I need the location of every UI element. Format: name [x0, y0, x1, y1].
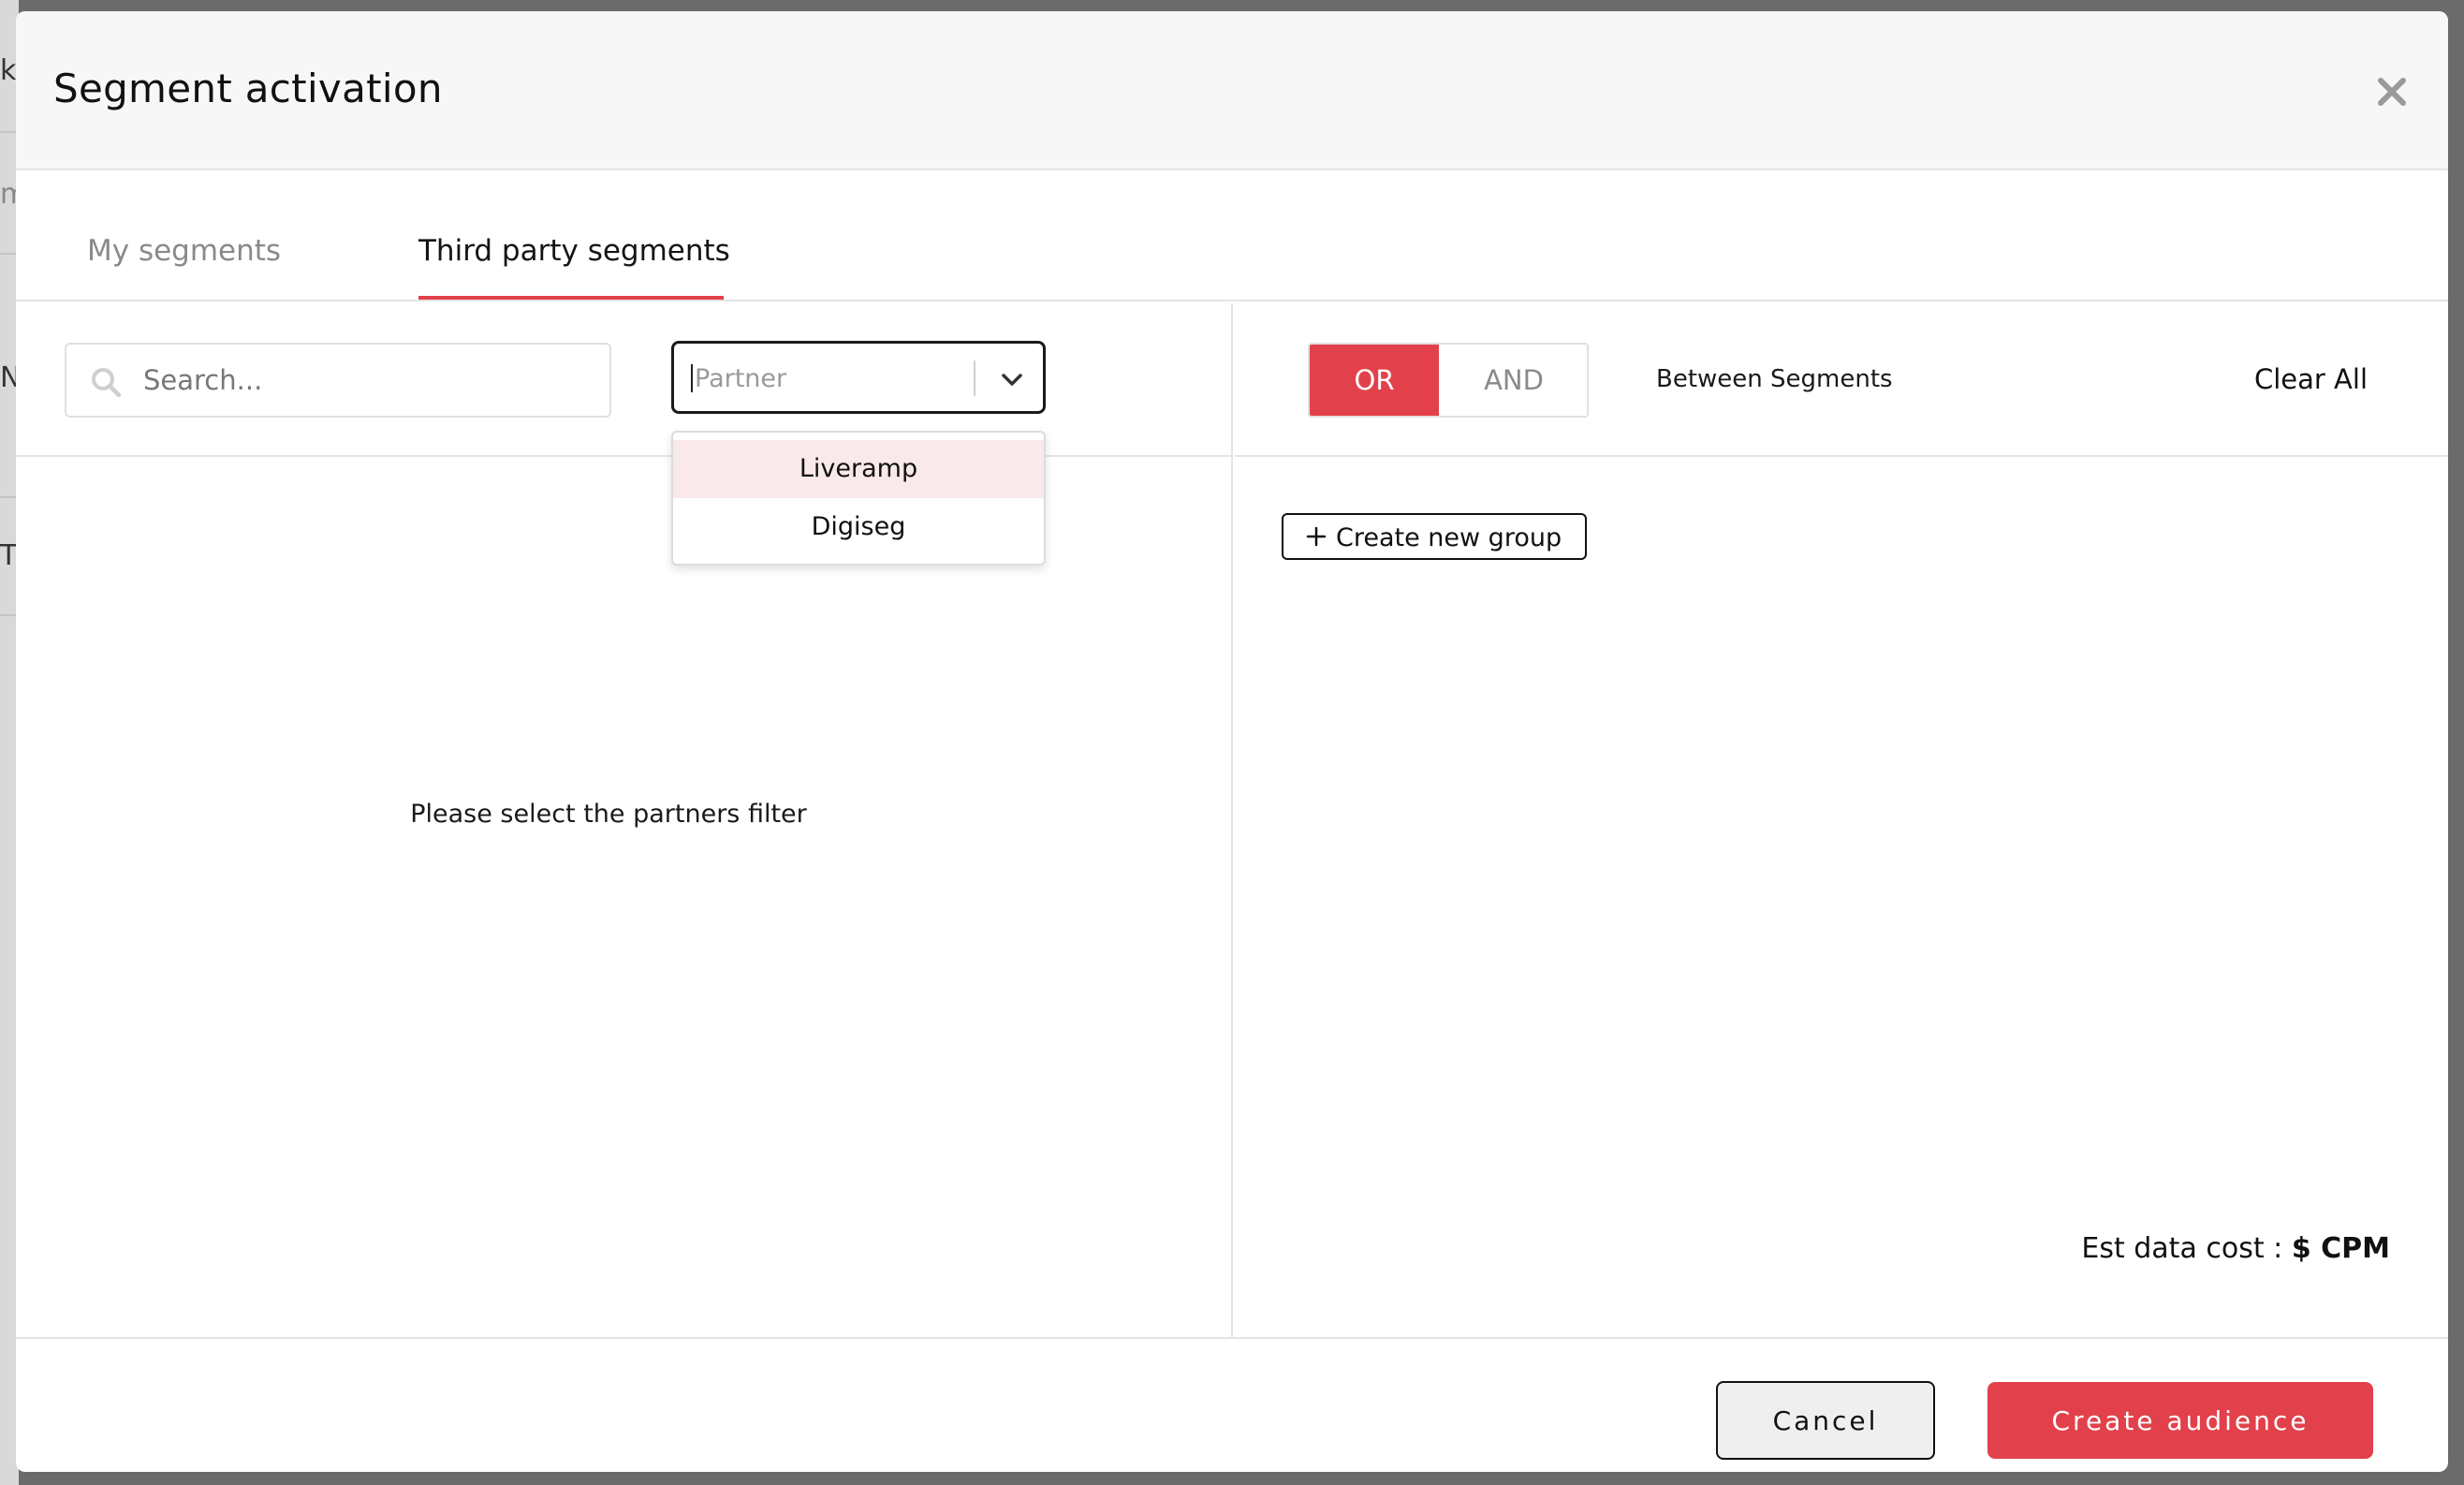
modal-title: Segment activation [53, 66, 443, 111]
audience-builder-pane: OR AND Between Segments Clear All Create… [1235, 303, 2448, 1337]
between-segments-label: Between Segments [1656, 365, 1893, 393]
create-new-group-button[interactable]: Create new group [1282, 513, 1587, 560]
background-text: T [0, 539, 18, 572]
plus-icon [1306, 526, 1327, 547]
partner-dropdown-menu: Liveramp Digiseg [671, 431, 1046, 566]
partner-option-liveramp[interactable]: Liveramp [673, 440, 1044, 498]
modal-header: Segment activation [16, 11, 2448, 170]
search-box[interactable] [65, 343, 611, 418]
empty-state-text: Please select the partners filter [410, 800, 807, 829]
est-data-cost: Est data cost : $ CPM [2081, 1232, 2390, 1265]
background-divider [0, 614, 17, 616]
create-new-group-label: Create new group [1336, 523, 1562, 552]
chevron-down-icon[interactable] [1000, 368, 1024, 392]
background-divider [0, 496, 17, 498]
and-toggle-button[interactable]: AND [1439, 345, 1587, 416]
close-icon [2378, 78, 2406, 106]
background-divider [0, 253, 17, 255]
background-text: k [0, 54, 17, 87]
est-data-cost-label: Est data cost : [2081, 1232, 2283, 1265]
segment-browser-pane: Partner Please select the partners filte… [16, 303, 1233, 1337]
search-icon [92, 368, 122, 398]
segment-tabs: My segments Third party segments [16, 172, 2448, 301]
text-cursor [691, 364, 693, 392]
partner-select[interactable]: Partner [671, 341, 1046, 414]
est-data-cost-value: $ CPM [2291, 1232, 2390, 1265]
create-audience-button[interactable]: Create audience [1987, 1382, 2373, 1459]
partner-option-digiseg[interactable]: Digiseg [673, 498, 1044, 556]
background-divider [0, 131, 17, 133]
tab-my-segments[interactable]: My segments [87, 234, 281, 268]
clear-all-button[interactable]: Clear All [2254, 363, 2368, 395]
or-toggle-button[interactable]: OR [1310, 345, 1439, 416]
select-divider [974, 360, 975, 396]
active-tab-indicator [418, 296, 724, 300]
close-button[interactable] [2373, 73, 2411, 110]
segment-activation-modal: Segment activation My segments Third par… [16, 11, 2448, 1472]
logic-toolbar: OR AND Between Segments Clear All [1235, 303, 2448, 457]
filter-toolbar: Partner [16, 303, 1233, 457]
tab-third-party-segments[interactable]: Third party segments [418, 234, 730, 268]
cancel-button[interactable]: Cancel [1716, 1381, 1935, 1460]
search-input[interactable] [143, 345, 602, 416]
empty-state-message: Please select the partners filter [16, 800, 1233, 829]
logic-toggle: OR AND [1308, 343, 1589, 418]
modal-footer: Cancel Create audience [16, 1337, 2448, 1472]
partner-select-placeholder: Partner [695, 364, 787, 393]
